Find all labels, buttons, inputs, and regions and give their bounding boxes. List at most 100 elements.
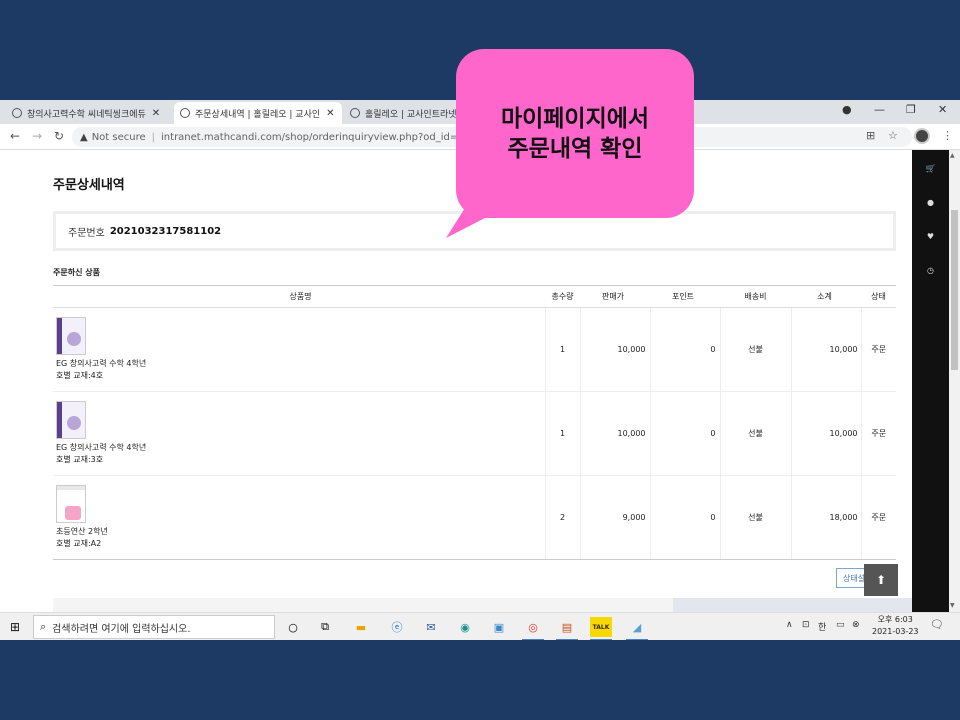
kebab-menu-icon[interactable]: ⋮: [942, 129, 953, 142]
column-header: 배송비: [720, 285, 791, 308]
scroll-top-button[interactable]: ⬆: [864, 564, 898, 596]
status-cell: 주문: [860, 391, 896, 476]
tab-label: 창의사고력수학 씨네틱씽크에듀: [27, 109, 146, 120]
photos-icon[interactable]: ▣: [488, 617, 510, 637]
subtotal-cell: 10,000: [790, 307, 861, 392]
order-items-table: 상품명 총수량 판매가 포인트 배송비 소계 상태 EG 창의사고력 수학 4학…: [53, 285, 896, 560]
tab-intranet[interactable]: 홀릴레오 | 교사인트라넷: [344, 102, 464, 124]
scroll-up-arrow-icon[interactable]: ▲: [950, 152, 955, 159]
quick-menu-sidebar: 🛒 ● ♥ ◷: [912, 150, 949, 612]
globe-icon: [12, 108, 22, 118]
page-content: 주문상세내역 주문번호 2021032317581102 주문하신 상품 상품명…: [0, 150, 912, 612]
column-header: 총수량: [545, 285, 580, 308]
subtotal-cell: 10,000: [790, 391, 861, 476]
product-thumbnail[interactable]: [56, 401, 86, 439]
order-number-box: 주문번호 2021032317581102: [53, 211, 896, 251]
forward-icon[interactable]: →: [32, 129, 42, 143]
cortana-icon[interactable]: ○: [282, 617, 304, 637]
chrome-icon[interactable]: ◎: [522, 617, 544, 640]
qty-cell: 2: [544, 475, 580, 560]
translate-icon[interactable]: ⊞: [866, 129, 875, 142]
clock-icon[interactable]: ◷: [912, 266, 949, 275]
tab-label: 홀릴레오 | 교사인트라넷: [365, 109, 457, 120]
window-close-icon[interactable]: ✕: [938, 103, 947, 116]
reload-icon[interactable]: ↻: [54, 129, 64, 143]
qty-cell: 1: [544, 391, 580, 476]
tray-ime-icon[interactable]: 한: [818, 620, 826, 633]
subtotal-cell: 18,000: [790, 475, 861, 560]
edge-icon[interactable]: ◉: [454, 617, 476, 637]
mail-icon[interactable]: ✉: [420, 617, 442, 637]
scrollbar[interactable]: ▲ ▼: [949, 150, 960, 612]
minimize-icon[interactable]: —: [874, 103, 885, 116]
cart-icon[interactable]: 🛒: [912, 164, 949, 173]
order-number: 2021032317581102: [109, 225, 222, 237]
powerpoint-icon[interactable]: ▤: [556, 617, 578, 640]
product-name[interactable]: EG 창의사고력 수학 4학년: [56, 358, 545, 370]
price-cell: 9,000: [579, 475, 650, 560]
avatar[interactable]: [914, 128, 930, 144]
product-option: 호별 교재:4호: [56, 371, 104, 380]
order-number-label: 주문번호: [68, 227, 105, 239]
scroll-thumb[interactable]: [951, 210, 958, 370]
callout-line-2: 주문내역 확인: [507, 135, 643, 162]
task-view-icon[interactable]: ⧉: [314, 617, 336, 637]
warning-icon: ▲: [80, 131, 88, 143]
notification-icon[interactable]: 🗨: [930, 618, 944, 631]
tray-display-icon[interactable]: ▭: [836, 620, 845, 630]
tab-label: 주문상세내역 | 홀릴레오 | 교사인: [195, 109, 321, 120]
app-icon[interactable]: ◢: [626, 617, 648, 640]
column-header: 포인트: [650, 285, 720, 308]
kakaotalk-icon[interactable]: TALK: [590, 617, 612, 640]
point-cell: 0: [649, 391, 720, 476]
profile-menu-icon[interactable]: ●: [842, 103, 852, 116]
column-header: 상품명: [53, 285, 545, 308]
tab-cinetic[interactable]: 창의사고력수학 씨네틱씽크에듀 ✕: [6, 102, 174, 124]
heart-icon[interactable]: ♥: [912, 232, 949, 241]
table-row: EG 창의사고력 수학 4학년 호별 교재:3호 1 10,000 0 선불 1…: [53, 391, 896, 476]
internet-explorer-icon[interactable]: ⓔ: [386, 617, 408, 637]
separator: |: [151, 131, 156, 143]
back-icon[interactable]: ←: [10, 129, 20, 143]
status-cell: 주문: [860, 307, 896, 392]
shipping-cell: 선불: [719, 475, 791, 560]
clock-date: 2021-03-23: [872, 627, 919, 636]
close-icon[interactable]: ✕: [152, 108, 160, 119]
globe-icon: [350, 108, 360, 118]
product-thumbnail[interactable]: [56, 317, 86, 355]
status-cell: 주문: [860, 475, 896, 560]
product-option: 호별 교재:A2: [56, 539, 102, 548]
product-name[interactable]: EG 창의사고력 수학 4학년: [56, 442, 545, 454]
globe-icon: [180, 108, 190, 118]
tray-network-icon[interactable]: ⊡: [802, 620, 810, 630]
scroll-down-arrow-icon[interactable]: ▼: [950, 602, 955, 609]
product-cell[interactable]: EG 창의사고력 수학 4학년 호별 교재:3호: [53, 391, 545, 476]
windows-taskbar: ⊞ ⌕ 검색하려면 여기에 입력하십시오. ○ ⧉ ▬ ⓔ ✉ ◉ ▣ ◎ ▤ …: [0, 612, 960, 640]
qty-cell: 1: [544, 307, 580, 392]
product-cell[interactable]: EG 창의사고력 수학 4학년 호별 교재:4호: [53, 307, 545, 392]
tab-order-detail[interactable]: 주문상세내역 | 홀릴레오 | 교사인 ✕: [174, 102, 342, 124]
star-icon[interactable]: ☆: [888, 129, 898, 142]
tray-chevron-icon[interactable]: ∧: [786, 620, 793, 630]
footer-band: [673, 598, 912, 612]
product-name[interactable]: 초등연산 2학년: [56, 526, 545, 538]
price-cell: 10,000: [579, 307, 650, 392]
column-header: 소계: [791, 285, 861, 308]
close-icon[interactable]: ✕: [326, 108, 334, 119]
taskbar-search-input[interactable]: ⌕ 검색하려면 여기에 입력하십시오.: [33, 615, 275, 639]
file-explorer-icon[interactable]: ▬: [350, 617, 372, 637]
price-cell: 10,000: [579, 391, 650, 476]
column-header: 상태: [861, 285, 896, 308]
product-thumbnail[interactable]: [56, 485, 86, 523]
user-icon[interactable]: ●: [912, 198, 949, 207]
point-cell: 0: [649, 475, 720, 560]
product-cell[interactable]: 초등연산 2학년 호별 교재:A2: [53, 475, 545, 560]
arrow-up-icon: ⬆: [875, 573, 887, 587]
search-icon: ⌕: [40, 620, 47, 633]
search-placeholder: 검색하려면 여기에 입력하십시오.: [52, 623, 191, 635]
restore-icon[interactable]: ❐: [906, 103, 916, 116]
windows-start-icon[interactable]: ⊞: [10, 620, 20, 634]
taskbar-clock[interactable]: 오후 6:03 2021-03-23: [872, 614, 919, 638]
tray-volume-muted-icon[interactable]: ⊗: [852, 620, 860, 630]
section-label: 주문하신 상품: [53, 268, 100, 277]
